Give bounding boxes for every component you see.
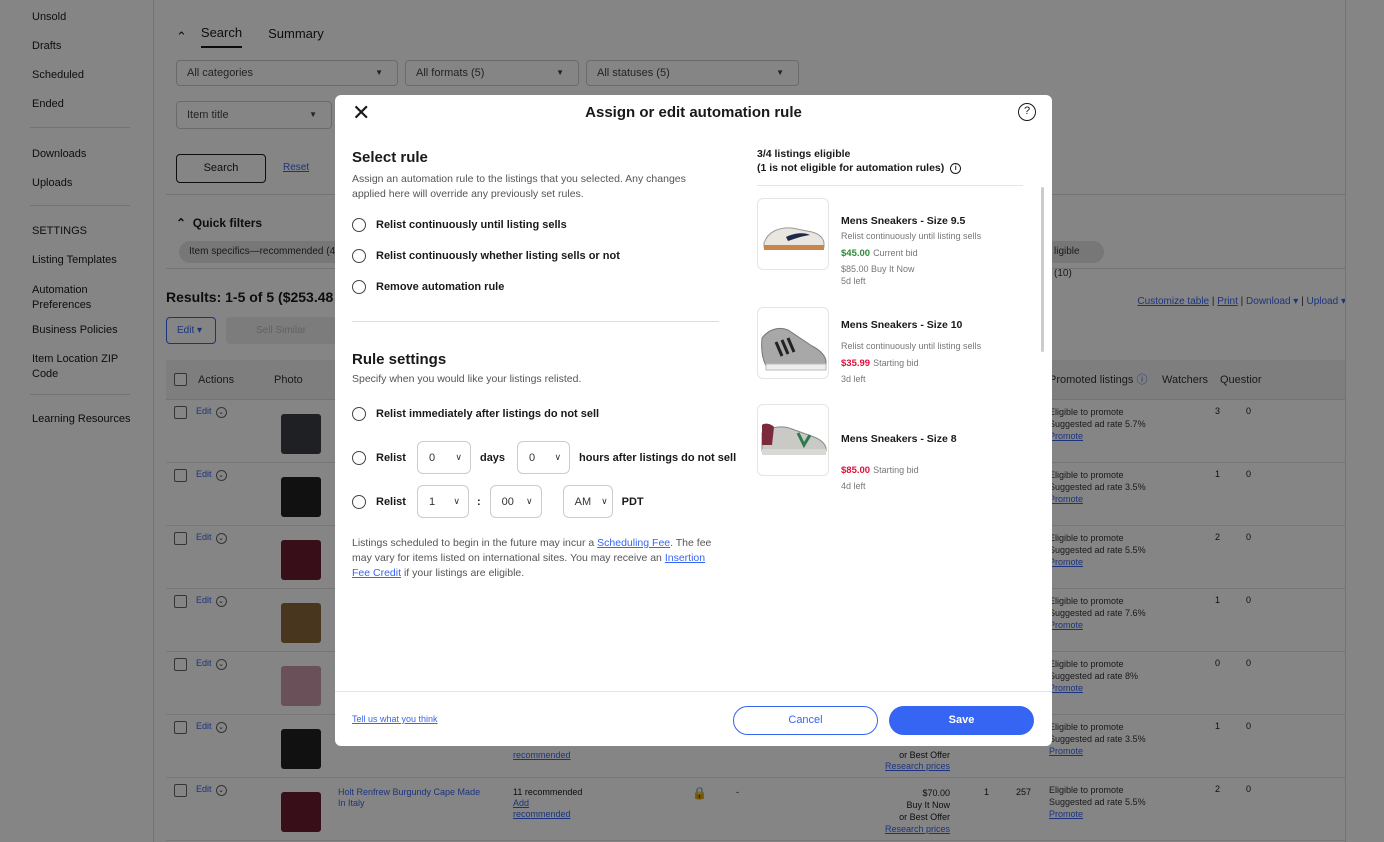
days-select[interactable]: 0 ∨ <box>416 441 471 474</box>
time-colon: : <box>476 495 481 508</box>
hours-after-label: hours after listings do not sell <box>579 451 737 464</box>
listing-info: Mens Sneakers - Size 10 Relist continuou… <box>841 307 1031 385</box>
hour-select[interactable]: 1 ∨ <box>416 485 469 518</box>
hours-value: 0 <box>529 451 536 464</box>
cancel-button[interactable]: Cancel <box>733 706 878 735</box>
sneaker-image <box>757 198 829 270</box>
feedback-link[interactable]: Tell us what you think <box>352 714 438 724</box>
select-rule-description: Assign an automation rule to the listing… <box>352 173 686 200</box>
radio-button[interactable] <box>352 249 366 263</box>
chevron-down-icon: ∨ <box>554 452 562 462</box>
days-value: 0 <box>428 451 436 464</box>
scheduling-fee-link[interactable]: Scheduling Fee <box>597 537 670 549</box>
price-value: $45.00 <box>841 248 871 259</box>
radio-button[interactable] <box>352 450 366 465</box>
eligible-count: 3/4 listings eligible <box>757 148 851 160</box>
listing-rule-status: Relist continuously until listing sells <box>841 341 982 351</box>
listing-scrollbar[interactable] <box>1041 187 1044 352</box>
save-button[interactable]: Save <box>889 706 1034 735</box>
timezone-label: PDT <box>621 495 644 508</box>
price-type: Current bid <box>873 248 918 258</box>
info-icon[interactable]: i <box>950 162 962 174</box>
relist-at-time-option[interactable]: Relist 1 ∨ : 00 ∨ AM ∨ PDT <box>352 485 644 518</box>
rule-option-remove[interactable]: Remove automation rule <box>352 280 504 294</box>
relist-after-option[interactable]: Relist 0 ∨ days 0 ∨ hours after listings d… <box>352 441 736 474</box>
ampm-value: AM <box>574 495 592 508</box>
section-divider <box>352 321 719 322</box>
listing-title: Mens Sneakers - Size 10 <box>841 319 963 331</box>
rule-settings-section: Rule settings Specify when you would lik… <box>352 351 722 387</box>
price-value: $35.99 <box>841 358 871 369</box>
relist-label: Relist <box>376 451 406 464</box>
listing-rule-status: Relist continuously until listing sells <box>841 231 982 241</box>
radio-button[interactable] <box>352 494 366 509</box>
chevron-down-icon: ∨ <box>526 496 533 506</box>
fee-notice: Listings scheduled to begin in the futur… <box>352 536 712 581</box>
relist-immediately-option[interactable]: Relist immediately after listings do not… <box>352 407 599 421</box>
time-left: 3d left <box>841 374 866 384</box>
relist-label: Relist <box>376 495 406 508</box>
relist-immediately-label: Relist immediately after listings do not… <box>376 408 600 420</box>
hours-select[interactable]: 0 ∨ <box>517 441 571 474</box>
chevron-down-icon: ∨ <box>455 452 462 462</box>
rule-option-label: Relist continuously until listing sells <box>376 219 567 231</box>
not-eligible-text: (1 is not eligible for automation rules) <box>757 162 945 174</box>
chevron-down-icon: ∨ <box>601 496 608 506</box>
price-type: Starting bid <box>873 465 919 475</box>
dialog-title: Assign or edit automation rule <box>585 104 802 121</box>
price-type: Starting bid <box>873 358 919 368</box>
chevron-down-icon: ∨ <box>453 496 460 506</box>
price-value: $85.00 <box>841 465 871 476</box>
listing-price: $35.99 Starting bid <box>841 357 1031 370</box>
eligibility-summary: 3/4 listings eligible (1 is not eligible… <box>757 147 1027 186</box>
listing-info: Mens Sneakers - Size 9.5 Relist continuo… <box>841 198 1031 287</box>
divider <box>757 185 1023 186</box>
rule-option-until-sells[interactable]: Relist continuously until listing sells <box>352 218 567 232</box>
fee-text: Listings scheduled to begin in the futur… <box>352 537 598 549</box>
time-left: 4d left <box>841 481 866 491</box>
listing-title: Mens Sneakers - Size 9.5 <box>841 215 966 227</box>
minute-value: 00 <box>501 495 514 508</box>
automation-rule-dialog: ✕ Assign or edit automation rule ? Selec… <box>335 95 1052 746</box>
dialog-footer: Tell us what you think Cancel Save <box>335 691 1052 746</box>
select-rule-section: Select rule Assign an automation rule to… <box>352 149 722 202</box>
dialog-header: ✕ Assign or edit automation rule ? <box>335 95 1052 133</box>
minute-select[interactable]: 00 ∨ <box>489 485 542 518</box>
time-left: 5d left <box>841 276 866 286</box>
rule-option-whether-sells[interactable]: Relist continuously whether listing sell… <box>352 249 620 263</box>
listing-price: $85.00 Starting bid <box>841 464 1031 477</box>
fee-text: if your listings are eligible. <box>401 567 525 579</box>
rule-settings-heading: Rule settings <box>352 351 447 368</box>
rule-option-label: Remove automation rule <box>376 281 505 293</box>
not-eligible-note: (1 is not eligible for automation rules)… <box>757 161 1027 175</box>
listing-title: Mens Sneakers - Size 8 <box>841 433 957 445</box>
buy-it-now-price: $85.00 Buy It Now <box>841 264 915 274</box>
hour-value: 1 <box>428 495 436 508</box>
radio-button[interactable] <box>352 280 366 294</box>
days-label: days <box>479 451 506 464</box>
ampm-select[interactable]: AM ∨ <box>562 485 613 518</box>
sneaker-image <box>757 404 829 476</box>
help-icon[interactable]: ? <box>1018 103 1036 121</box>
rule-settings-description: Specify when you would like your listing… <box>352 373 582 385</box>
sneaker-image <box>757 307 829 379</box>
listing-price: $45.00 Current bid <box>841 247 1031 260</box>
select-rule-heading: Select rule <box>352 149 428 166</box>
radio-button[interactable] <box>352 218 366 232</box>
radio-button[interactable] <box>352 407 366 421</box>
listing-info: Mens Sneakers - Size 8 $85.00 Starting bi… <box>841 404 1031 492</box>
rule-option-label: Relist continuously whether listing sell… <box>376 250 620 262</box>
